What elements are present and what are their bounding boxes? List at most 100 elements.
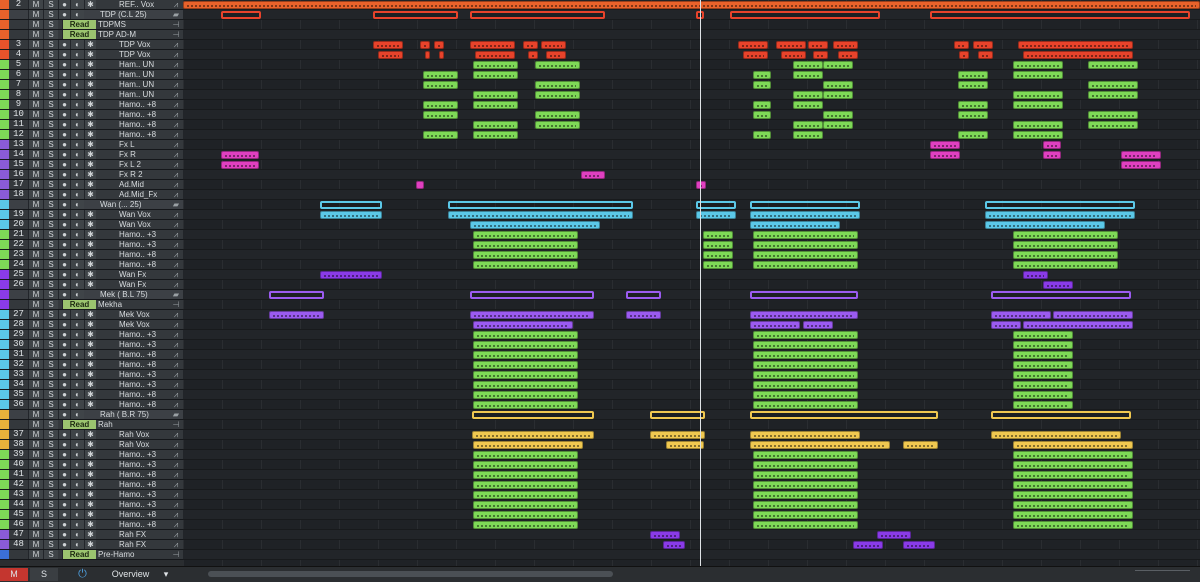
- track-name[interactable]: Rah Vox: [119, 440, 167, 449]
- track-color-strip[interactable]: [0, 200, 9, 209]
- audio-clip[interactable]: [753, 241, 858, 249]
- track-lane[interactable]: [183, 190, 1200, 200]
- solo-button[interactable]: S: [43, 340, 58, 349]
- solo-button[interactable]: S: [43, 80, 58, 89]
- track-name[interactable]: Hamo.. +8: [119, 260, 167, 269]
- track-color-strip[interactable]: [0, 120, 9, 129]
- track-color-strip[interactable]: [0, 70, 9, 79]
- audio-clip[interactable]: [1121, 161, 1161, 169]
- waveform-icon[interactable]: ⩘: [170, 220, 182, 229]
- audio-clip[interactable]: [1013, 491, 1133, 499]
- solo-button[interactable]: S: [43, 50, 58, 59]
- solo-button[interactable]: S: [43, 250, 58, 259]
- audio-clip[interactable]: [1013, 251, 1118, 259]
- track-color-strip[interactable]: [0, 310, 9, 319]
- track-name[interactable]: Hamo.. +3: [119, 500, 167, 509]
- horizontal-scrollbar[interactable]: [208, 571, 613, 577]
- track-color-strip[interactable]: [0, 290, 9, 299]
- audio-clip[interactable]: [439, 51, 444, 59]
- record-dot-icon[interactable]: ●: [58, 220, 70, 229]
- audio-clip[interactable]: [546, 51, 566, 59]
- track-color-strip[interactable]: [0, 540, 9, 549]
- record-dot-icon[interactable]: ●: [58, 160, 70, 169]
- audio-clip[interactable]: [750, 211, 860, 219]
- track-header[interactable]: M S Read Pre-Hamo ⊣: [0, 550, 183, 560]
- audio-clip[interactable]: [1023, 321, 1133, 329]
- monitor-icon[interactable]: ◐: [70, 120, 84, 129]
- audio-clip[interactable]: [473, 61, 518, 69]
- waveform-icon[interactable]: ⩘: [170, 40, 182, 49]
- track-header[interactable]: 40 M S ● ◐ ✱ Hamo.. +3 ⩘: [0, 460, 183, 470]
- mute-button[interactable]: M: [28, 100, 43, 109]
- star-icon[interactable]: ✱: [84, 350, 96, 359]
- star-icon[interactable]: ✱: [84, 330, 96, 339]
- solo-button[interactable]: S: [43, 130, 58, 139]
- track-color-strip[interactable]: [0, 380, 9, 389]
- audio-clip[interactable]: [473, 251, 578, 259]
- solo-button[interactable]: S: [43, 520, 58, 529]
- mute-button[interactable]: M: [28, 270, 43, 279]
- track-color-strip[interactable]: [0, 190, 9, 199]
- folder-icon[interactable]: ▰: [170, 410, 182, 419]
- solo-button[interactable]: S: [43, 490, 58, 499]
- solo-button[interactable]: S: [43, 180, 58, 189]
- record-dot-icon[interactable]: ●: [58, 120, 70, 129]
- audio-clip[interactable]: [221, 151, 259, 159]
- monitor-icon[interactable]: ◐: [70, 90, 84, 99]
- audio-clip[interactable]: [1053, 311, 1133, 319]
- monitor-icon[interactable]: ◐: [70, 370, 84, 379]
- star-icon[interactable]: ✱: [84, 360, 96, 369]
- record-dot-icon[interactable]: ●: [58, 0, 70, 9]
- mute-button[interactable]: M: [28, 140, 43, 149]
- track-color-strip[interactable]: [0, 40, 9, 49]
- audio-clip[interactable]: [1013, 231, 1118, 239]
- record-dot-icon[interactable]: ●: [58, 380, 70, 389]
- audio-clip[interactable]: [1088, 121, 1138, 129]
- solo-button[interactable]: S: [43, 360, 58, 369]
- solo-button[interactable]: S: [43, 260, 58, 269]
- track-header[interactable]: 17 M S ● ◐ ✱ Ad.Mid ⩘: [0, 180, 183, 190]
- mute-button[interactable]: M: [28, 80, 43, 89]
- monitor-icon[interactable]: ◐: [70, 400, 84, 409]
- star-icon[interactable]: ✱: [84, 390, 96, 399]
- audio-clip[interactable]: [703, 241, 733, 249]
- monitor-icon[interactable]: ◐: [70, 520, 84, 529]
- monitor-icon[interactable]: ◐: [70, 360, 84, 369]
- solo-button[interactable]: S: [43, 380, 58, 389]
- track-header[interactable]: 31 M S ● ◐ ✱ Hamo.. +8 ⩘: [0, 350, 183, 360]
- mute-button[interactable]: M: [28, 400, 43, 409]
- track-header[interactable]: M S Read Rah ⊣: [0, 420, 183, 430]
- power-icon[interactable]: ⏻: [60, 568, 105, 581]
- folder-track-name[interactable]: Rah ( B.R 75): [100, 410, 170, 419]
- folder-icon[interactable]: ▰: [170, 10, 182, 19]
- mute-button[interactable]: M: [28, 520, 43, 529]
- track-lane[interactable]: [183, 80, 1200, 90]
- audio-clip[interactable]: [473, 521, 578, 529]
- arrow-icon[interactable]: ⊣: [170, 20, 182, 29]
- monitor-icon[interactable]: ◐: [70, 500, 84, 509]
- audio-clip[interactable]: [750, 321, 800, 329]
- audio-clip[interactable]: [793, 61, 823, 69]
- folder-region[interactable]: [750, 411, 938, 419]
- star-icon[interactable]: ✱: [84, 180, 96, 189]
- solo-button[interactable]: S: [43, 220, 58, 229]
- record-dot-icon[interactable]: ●: [58, 150, 70, 159]
- audio-clip[interactable]: [1013, 331, 1073, 339]
- waveform-icon[interactable]: ⩘: [170, 520, 182, 529]
- waveform-icon[interactable]: ⩘: [170, 100, 182, 109]
- solo-button[interactable]: S: [43, 100, 58, 109]
- audio-clip[interactable]: [434, 41, 444, 49]
- audio-clip[interactable]: [958, 71, 988, 79]
- track-name[interactable]: Pre-Hamo: [98, 550, 168, 559]
- record-dot-icon[interactable]: ●: [58, 520, 70, 529]
- track-header[interactable]: 7 M S ● ◐ ✱ Ham.. UN ⩘: [0, 80, 183, 90]
- playhead-cursor[interactable]: [700, 0, 701, 566]
- mute-button[interactable]: M: [28, 220, 43, 229]
- track-header[interactable]: M S Read Mekha ⊣: [0, 300, 183, 310]
- audio-clip[interactable]: [738, 41, 768, 49]
- audio-clip[interactable]: [473, 381, 578, 389]
- mute-button[interactable]: M: [28, 50, 43, 59]
- overview-toggle[interactable]: Overview ▾: [110, 568, 170, 581]
- star-icon[interactable]: ✱: [84, 430, 96, 439]
- waveform-icon[interactable]: ⩘: [170, 400, 182, 409]
